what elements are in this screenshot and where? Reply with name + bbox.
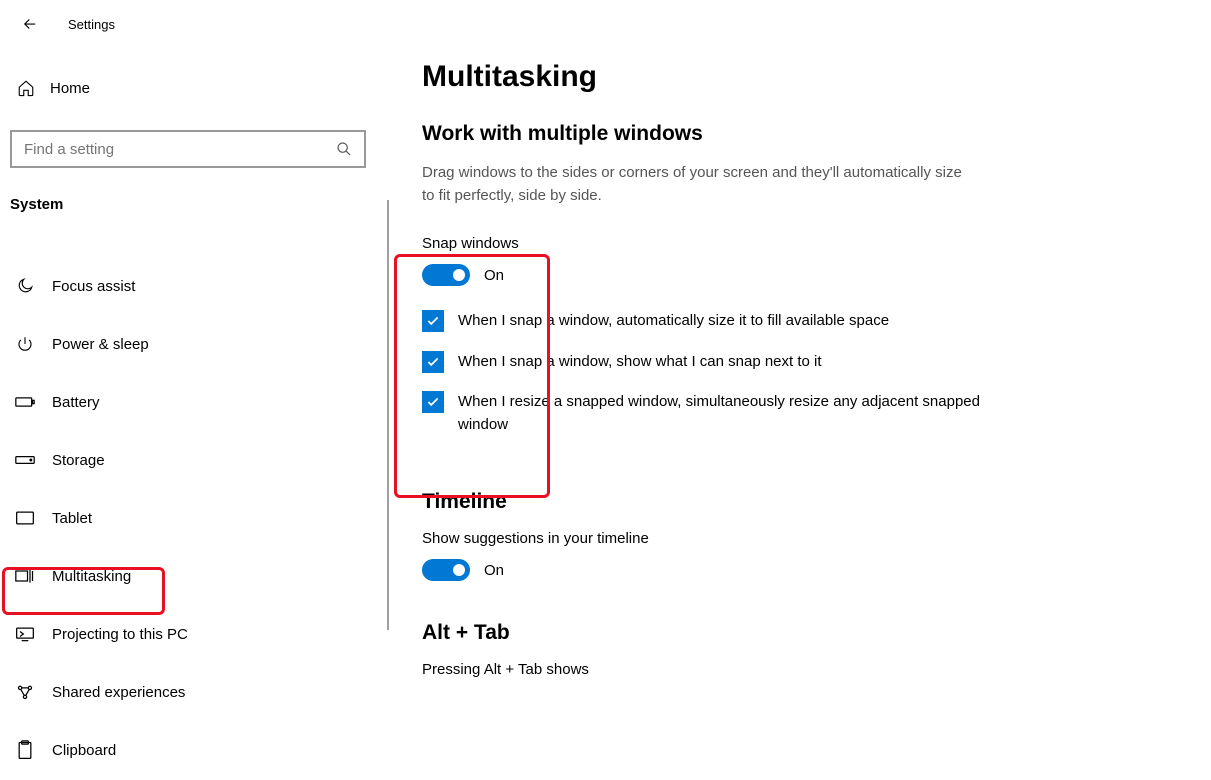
sidebar-item-label: Clipboard <box>52 742 116 759</box>
sidebar-item-battery[interactable]: Battery <box>0 373 388 431</box>
alttab-label: Pressing Alt + Tab shows <box>422 661 1171 678</box>
checkbox-snap-resize[interactable] <box>422 391 444 413</box>
sidebar-item-label: Storage <box>52 452 105 469</box>
timeline-suggestions-group: Show suggestions in your timeline On <box>422 530 1171 581</box>
sidebar-item-label: Tablet <box>52 510 92 527</box>
home-icon <box>17 79 35 97</box>
sidebar-item-focus-assist[interactable]: Focus assist <box>0 257 388 315</box>
clipboard-icon <box>17 740 33 760</box>
checkbox-row: When I resize a snapped window, simultan… <box>422 391 1002 436</box>
checkbox-row: When I snap a window, automatically size… <box>422 310 1002 333</box>
page-title: Multitasking <box>422 60 1171 94</box>
sidebar-category: System <box>10 196 388 213</box>
sidebar-item-shared-experiences[interactable]: Shared experiences <box>0 663 388 721</box>
storage-icon <box>15 453 35 467</box>
timeline-suggestions-toggle[interactable] <box>422 559 470 581</box>
checkbox-row: When I snap a window, show what I can sn… <box>422 351 1002 374</box>
power-icon <box>16 335 34 353</box>
multitasking-icon <box>15 568 35 584</box>
checkbox-label: When I resize a snapped window, simultan… <box>458 391 1002 436</box>
sidebar-item-multitasking[interactable]: Multitasking <box>0 547 388 605</box>
section-heading-timeline: Timeline <box>422 490 1171 514</box>
sidebar: Settings Home System Focus assist Power … <box>0 0 388 780</box>
sidebar-item-label: Battery <box>52 394 100 411</box>
projecting-icon <box>15 626 35 642</box>
checkbox-label: When I snap a window, show what I can sn… <box>458 351 822 374</box>
sidebar-item-label: Projecting to this PC <box>52 626 188 643</box>
checkbox-snap-next[interactable] <box>422 351 444 373</box>
sidebar-item-tablet[interactable]: Tablet <box>0 489 388 547</box>
section-heading-windows: Work with multiple windows <box>422 122 1171 146</box>
search-box[interactable] <box>10 130 366 168</box>
snap-windows-toggle[interactable] <box>422 264 470 286</box>
checkbox-snap-fill[interactable] <box>422 310 444 332</box>
sidebar-item-label: Shared experiences <box>52 684 185 701</box>
home-label: Home <box>50 80 90 97</box>
shared-icon <box>15 683 35 701</box>
search-wrap <box>10 130 368 168</box>
section-description: Drag windows to the sides or corners of … <box>422 162 962 207</box>
sidebar-item-label: Focus assist <box>52 278 135 295</box>
battery-icon <box>15 395 35 409</box>
search-icon <box>336 141 352 157</box>
sidebar-home[interactable]: Home <box>0 64 388 112</box>
snap-windows-group: Snap windows On <box>422 235 1171 286</box>
snap-windows-state: On <box>484 267 504 284</box>
back-button[interactable] <box>14 8 46 40</box>
timeline-toggle-label: Show suggestions in your timeline <box>422 530 1171 547</box>
header-row: Settings <box>0 0 388 48</box>
main-content: Multitasking Work with multiple windows … <box>388 0 1211 780</box>
sidebar-item-clipboard[interactable]: Clipboard <box>0 721 388 779</box>
checkbox-label: When I snap a window, automatically size… <box>458 310 889 333</box>
timeline-toggle-state: On <box>484 562 504 579</box>
tablet-icon <box>15 510 35 526</box>
search-input[interactable] <box>24 141 336 158</box>
sidebar-item-storage[interactable]: Storage <box>0 431 388 489</box>
sidebar-item-label: Power & sleep <box>52 336 149 353</box>
sidebar-item-projecting[interactable]: Projecting to this PC <box>0 605 388 663</box>
back-arrow-icon <box>21 15 39 33</box>
app-title: Settings <box>68 17 115 32</box>
sidebar-nav-list: Focus assist Power & sleep Battery Stora… <box>0 257 388 779</box>
moon-icon <box>16 277 34 295</box>
snap-windows-label: Snap windows <box>422 235 1171 252</box>
sidebar-item-power-sleep[interactable]: Power & sleep <box>0 315 388 373</box>
sidebar-item-label: Multitasking <box>52 568 131 585</box>
section-heading-alttab: Alt + Tab <box>422 621 1171 645</box>
